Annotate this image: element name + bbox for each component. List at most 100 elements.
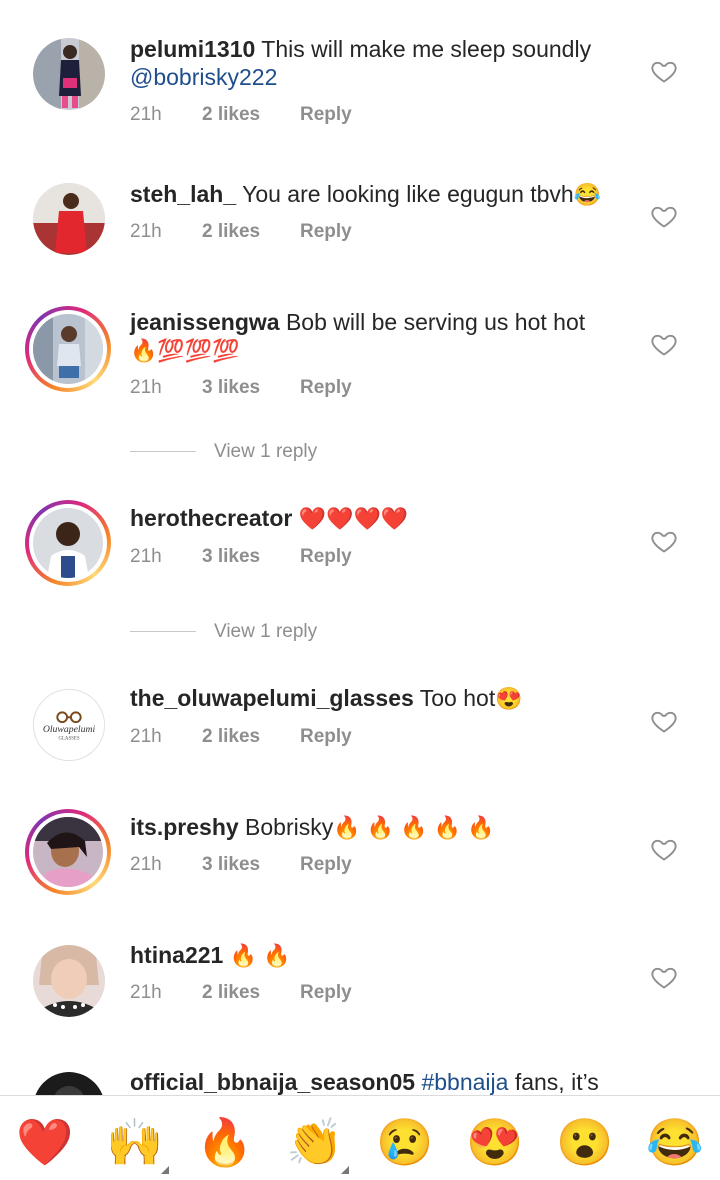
comment-body: Too hot (419, 685, 496, 711)
like-heart-icon[interactable] (650, 57, 678, 85)
comment-meta: 21h 3 likes Reply (130, 854, 352, 876)
emoji-quick-bar: ❤️ 🙌 🔥 👏 😢 😍 😮 😂 (0, 1095, 720, 1180)
like-heart-icon[interactable] (650, 527, 678, 555)
skin-tone-indicator (161, 1166, 169, 1174)
username[interactable]: pelumi1310 (130, 36, 255, 62)
like-heart-icon[interactable] (650, 202, 678, 230)
comment-emoji: 😂 (573, 182, 602, 207)
divider (130, 451, 196, 453)
likes-count[interactable]: 3 likes (202, 854, 300, 876)
comment-text: jeanissengwa Bob will be serving us hot … (130, 308, 630, 365)
comment-text: pelumi1310 This will make me sleep sound… (130, 35, 630, 91)
comment-emoji: 😍 (495, 686, 523, 711)
crying-face-icon: 😢 (376, 1116, 434, 1168)
likes-count[interactable]: 3 likes (202, 546, 300, 568)
comment-emoji: 🔥 🔥 (229, 943, 291, 968)
username[interactable]: the_oluwapelumi_glasses (130, 685, 414, 711)
tears-of-joy-emoji-button[interactable]: 😂 (645, 1112, 705, 1172)
view-replies-label: View 1 reply (214, 621, 318, 642)
comment-text: htina221 🔥 🔥 (130, 941, 630, 970)
comment-body: Bobrisky (245, 814, 334, 840)
likes-count[interactable]: 3 likes (202, 377, 300, 399)
comment-text: steh_lah_ You are looking like egugun tb… (130, 180, 630, 209)
like-heart-icon[interactable] (650, 330, 678, 358)
avatar[interactable] (33, 38, 105, 110)
avatar (33, 817, 103, 887)
comment-time: 21h (130, 546, 162, 567)
username[interactable]: herothecreator (130, 505, 292, 531)
comment-time: 21h (130, 982, 162, 1003)
view-replies-label: View 1 reply (214, 441, 318, 462)
comment-emoji: 🔥 🔥 🔥 🔥 🔥 (333, 815, 495, 840)
mention-link[interactable]: @bobrisky222 (130, 64, 277, 90)
crying-face-emoji-button[interactable]: 😢 (375, 1112, 435, 1172)
astonished-face-emoji-button[interactable]: 😮 (555, 1112, 615, 1172)
reply-button[interactable]: Reply (300, 377, 352, 399)
logo-subtitle: GLASSES (58, 737, 79, 742)
comment-body: fans, it’s (514, 1069, 599, 1095)
comment-text: official_bbnaija_season05 #bbnaija fans,… (130, 1068, 630, 1096)
brand-logo-icon: Oluwapelumi GLASSES (34, 690, 104, 760)
red-heart-emoji-button[interactable]: ❤️ (15, 1112, 75, 1172)
heart-eyes-icon: 😍 (466, 1116, 524, 1168)
comment-time: 21h (130, 854, 162, 875)
avatar-story-ring[interactable] (25, 500, 111, 586)
avatar[interactable]: Oluwapelumi GLASSES (33, 689, 105, 761)
reply-button[interactable]: Reply (300, 726, 352, 748)
like-heart-icon[interactable] (650, 707, 678, 735)
astonished-face-icon: 😮 (556, 1116, 614, 1168)
comment-time: 21h (130, 377, 162, 398)
heart-eyes-emoji-button[interactable]: 😍 (465, 1112, 525, 1172)
username[interactable]: its.preshy (130, 814, 239, 840)
likes-count[interactable]: 2 likes (202, 104, 300, 126)
hashtag-link[interactable]: #bbnaija (421, 1069, 508, 1095)
comment-emoji: 🔥💯💯💯 (130, 338, 240, 363)
like-heart-icon[interactable] (650, 963, 678, 991)
reply-button[interactable]: Reply (300, 982, 352, 1004)
fire-icon: 🔥 (196, 1116, 254, 1168)
username[interactable]: htina221 (130, 942, 223, 968)
red-heart-icon: ❤️ (16, 1116, 74, 1168)
raising-hands-icon: 🙌 (106, 1116, 164, 1168)
username[interactable]: steh_lah_ (130, 181, 236, 207)
clapping-hands-emoji-button[interactable]: 👏 (285, 1112, 349, 1174)
avatar-story-ring[interactable] (25, 306, 111, 392)
view-replies-button[interactable]: View 1 reply (130, 441, 317, 463)
username[interactable]: official_bbnaija_season05 (130, 1069, 415, 1095)
reply-button[interactable]: Reply (300, 221, 352, 243)
comment-time: 21h (130, 104, 162, 125)
logo-wordmark: Oluwapelumi (43, 724, 96, 735)
tears-of-joy-icon: 😂 (646, 1116, 704, 1168)
fire-emoji-button[interactable]: 🔥 (195, 1112, 255, 1172)
skin-tone-indicator (341, 1166, 349, 1174)
comment-item-partial: official_bbnaija_season05 #bbnaija fans,… (0, 1060, 720, 1100)
comment-time: 21h (130, 726, 162, 747)
comment-meta: 21h 3 likes Reply (130, 377, 352, 399)
likes-count[interactable]: 2 likes (202, 726, 300, 748)
like-heart-icon[interactable] (650, 835, 678, 863)
username[interactable]: jeanissengwa (130, 309, 280, 335)
comment-meta: 21h 2 likes Reply (130, 221, 352, 243)
avatar-story-ring[interactable] (25, 809, 111, 895)
avatar[interactable] (33, 183, 105, 255)
reply-button[interactable]: Reply (300, 854, 352, 876)
comment-meta: 21h 2 likes Reply (130, 726, 352, 748)
likes-count[interactable]: 2 likes (202, 982, 300, 1004)
likes-count[interactable]: 2 likes (202, 221, 300, 243)
comment-text: its.preshy Bobrisky🔥 🔥 🔥 🔥 🔥 (130, 813, 630, 842)
avatar (33, 314, 103, 384)
raising-hands-emoji-button[interactable]: 🙌 (105, 1112, 169, 1174)
divider (130, 631, 196, 633)
comment-text: herothecreator ❤️❤️❤️❤️ (130, 504, 630, 533)
comment-text: the_oluwapelumi_glasses Too hot😍 (130, 684, 630, 713)
comment-meta: 21h 2 likes Reply (130, 982, 352, 1004)
comment-time: 21h (130, 221, 162, 242)
reply-button[interactable]: Reply (300, 104, 352, 126)
reply-button[interactable]: Reply (300, 546, 352, 568)
comment-meta: 21h 2 likes Reply (130, 104, 352, 126)
avatar[interactable] (33, 945, 105, 1017)
comment-body: You are looking like egugun tbvh (242, 181, 574, 207)
avatar (33, 508, 103, 578)
view-replies-button[interactable]: View 1 reply (130, 621, 317, 643)
comment-body: This will make me sleep soundly (261, 36, 592, 62)
